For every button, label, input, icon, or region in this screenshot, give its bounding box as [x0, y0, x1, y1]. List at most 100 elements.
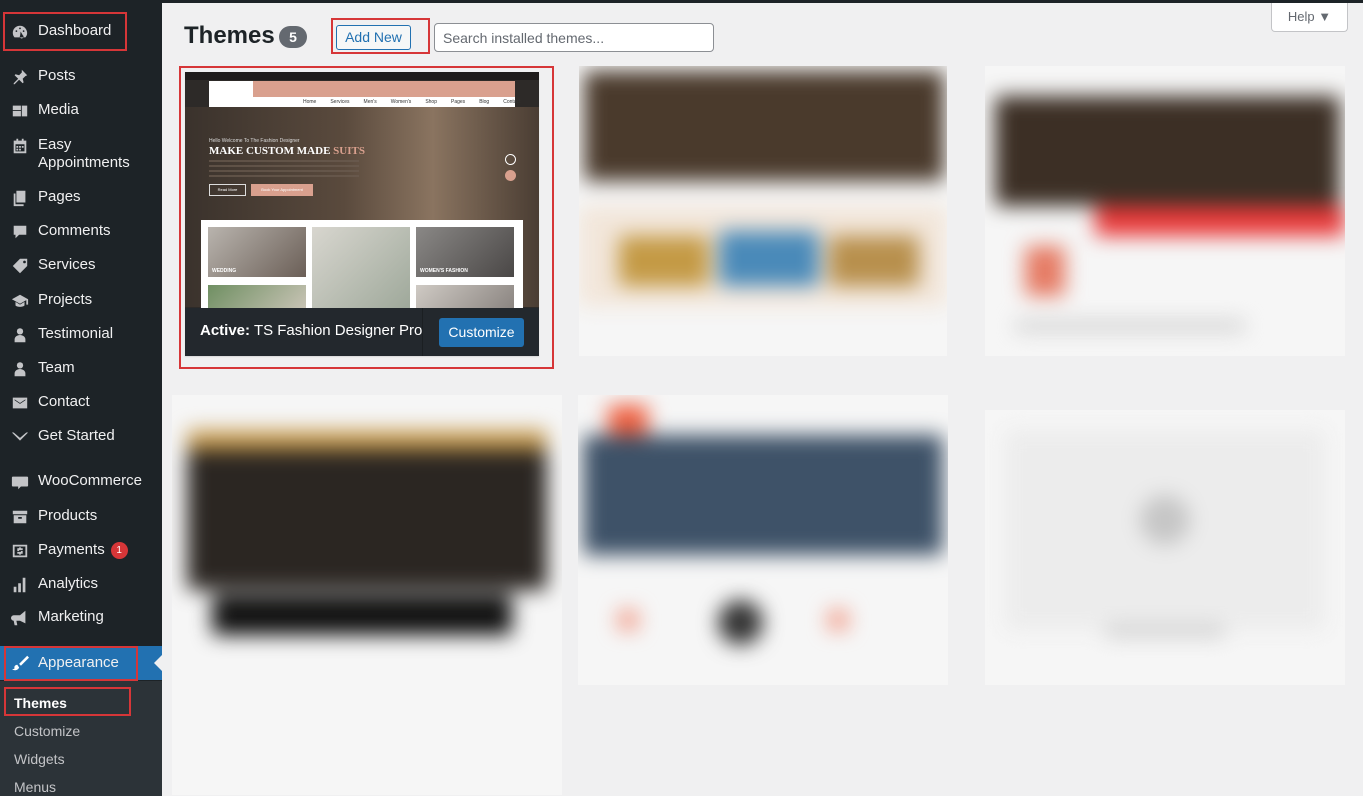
- help-button[interactable]: Help ▼: [1271, 3, 1348, 32]
- preview-menu-item: Pages: [451, 99, 466, 105]
- theme-name: TS Fashion Designer Pro: [253, 322, 423, 339]
- sidebar-item-products[interactable]: Products: [0, 507, 162, 527]
- sidebar-item-get-started[interactable]: Get Started: [0, 427, 162, 447]
- sidebar-item-label: Pages: [38, 188, 81, 205]
- preview-tile: WOMEN'S FASHION: [416, 227, 514, 277]
- sidebar-item-label: Easy Appointments: [38, 136, 130, 171]
- preview-tile: [312, 227, 410, 308]
- sidebar-item-label: Dashboard: [38, 22, 112, 39]
- sidebar-item-label: Team: [38, 359, 75, 376]
- admin-sidebar: Dashboard Posts Media Easy Appointments …: [0, 0, 162, 796]
- submenu-item-menus[interactable]: Menus: [14, 779, 56, 795]
- sidebar-item-label: Appearance: [38, 654, 119, 671]
- pages-icon: [9, 188, 31, 208]
- woo-icon: [9, 472, 31, 492]
- sidebar-item-easy-appointments[interactable]: Easy Appointments: [0, 136, 162, 172]
- paintbrush-icon: [9, 653, 31, 673]
- preview-menu: Home Services Men's Women's Shop Pages B…: [253, 97, 520, 115]
- customize-button[interactable]: Customize: [439, 318, 524, 347]
- sidebar-item-label: WooCommerce: [38, 472, 142, 489]
- sidebar-item-label: Posts: [38, 67, 76, 84]
- chevron-down-icon: [9, 427, 31, 447]
- appearance-submenu: Themes Customize Widgets Menus: [0, 681, 162, 796]
- sidebar-item-label: Projects: [38, 291, 93, 308]
- sidebar-item-woocommerce[interactable]: WooCommerce: [0, 472, 162, 492]
- preview-menu-item: Services: [330, 99, 350, 105]
- sidebar-item-label: Get Started: [38, 427, 115, 444]
- theme-count-badge: 5: [279, 26, 307, 48]
- sidebar-item-testimonial[interactable]: Testimonial: [0, 325, 162, 345]
- search-themes-input[interactable]: [434, 23, 714, 52]
- calendar-icon: [9, 136, 31, 156]
- sidebar-item-label: Products: [38, 507, 98, 524]
- user-icon: [9, 325, 31, 345]
- active-theme-name: Active: TS Fashion Designer Pro: [200, 322, 422, 339]
- submenu-item-widgets[interactable]: Widgets: [14, 751, 65, 767]
- archive-icon: [9, 507, 31, 527]
- graduation-cap-icon: [9, 291, 31, 311]
- media-icon: [9, 101, 31, 121]
- sidebar-item-team[interactable]: Team: [0, 359, 162, 379]
- current-menu-arrow: [154, 655, 162, 671]
- sidebar-item-media[interactable]: Media: [0, 101, 162, 121]
- sidebar-item-label: Testimonial: [38, 325, 114, 342]
- theme-card[interactable]: [985, 66, 1345, 356]
- sidebar-item-label: Comments: [38, 222, 111, 239]
- comment-icon: [9, 222, 31, 242]
- sidebar-item-label: Contact: [38, 393, 90, 410]
- theme-card[interactable]: [579, 66, 947, 356]
- sidebar-item-comments[interactable]: Comments: [0, 222, 162, 242]
- active-prefix: Active:: [200, 322, 251, 339]
- sidebar-item-label: Analytics: [38, 575, 99, 592]
- preview-collection-grid: WEDDING WOMEN'S FASHION: [201, 220, 523, 308]
- submenu-item-customize[interactable]: Customize: [14, 723, 80, 739]
- theme-card[interactable]: [172, 395, 562, 795]
- theme-screenshot[interactable]: Home Services Men's Women's Shop Pages B…: [185, 72, 539, 308]
- preview-menu-item: Shop: [425, 99, 437, 105]
- sidebar-item-pages[interactable]: Pages: [0, 188, 162, 208]
- preview-menu-item: Blog: [479, 99, 490, 105]
- preview-slider-dot: [505, 170, 516, 181]
- preview-logo: [209, 81, 253, 107]
- theme-card[interactable]: [985, 410, 1345, 685]
- sidebar-item-label: Services: [38, 256, 96, 273]
- submenu-item-themes[interactable]: Themes: [14, 695, 67, 711]
- payments-badge: 1: [110, 541, 128, 559]
- preview-tile: WEDDING: [208, 227, 306, 277]
- sidebar-item-analytics[interactable]: Analytics: [0, 575, 162, 595]
- page-title: Themes: [184, 22, 275, 49]
- sidebar-item-payments[interactable]: Payments 1: [0, 541, 162, 561]
- preview-hero-title-b: SUITS: [333, 145, 365, 157]
- preview-top-strip: [185, 72, 539, 80]
- sidebar-item-label: Payments: [38, 541, 105, 558]
- preview-hero-welcome: Hello Welcome To The Fashion Designer: [209, 138, 300, 144]
- preview-read-more: Read More: [209, 184, 246, 196]
- sidebar-item-label: Marketing: [38, 608, 104, 625]
- sidebar-item-label: Media: [38, 101, 79, 118]
- sidebar-item-dashboard[interactable]: Dashboard: [0, 22, 162, 42]
- preview-contact-bar: [253, 81, 515, 97]
- preview-header: Home Services Men's Women's Shop Pages B…: [209, 81, 520, 115]
- active-theme-card[interactable]: Home Services Men's Women's Shop Pages B…: [185, 72, 539, 356]
- sidebar-item-projects[interactable]: Projects: [0, 291, 162, 311]
- sidebar-item-contact[interactable]: Contact: [0, 393, 162, 413]
- preview-slider-next: [505, 154, 516, 165]
- tag-icon: [9, 256, 31, 276]
- envelope-icon: [9, 393, 31, 413]
- preview-tile: [208, 285, 306, 308]
- preview-menu-item: Contact Us: [503, 99, 521, 115]
- sidebar-item-appearance[interactable]: Appearance: [0, 646, 162, 680]
- user-icon: [9, 359, 31, 379]
- sidebar-item-services[interactable]: Services: [0, 256, 162, 276]
- preview-hero-title-a: MAKE CUSTOM MADE: [209, 145, 334, 157]
- top-bar: [0, 0, 1363, 3]
- theme-card[interactable]: [578, 395, 948, 685]
- preview-menu-item: Men's: [363, 99, 377, 105]
- preview-hero-text: [209, 160, 359, 178]
- pin-icon: [9, 67, 31, 87]
- sidebar-item-posts[interactable]: Posts: [0, 67, 162, 87]
- sidebar-item-marketing[interactable]: Marketing: [0, 608, 162, 628]
- dashboard-icon: [9, 22, 31, 42]
- footer-divider: [422, 308, 423, 356]
- add-new-button[interactable]: Add New: [336, 25, 411, 50]
